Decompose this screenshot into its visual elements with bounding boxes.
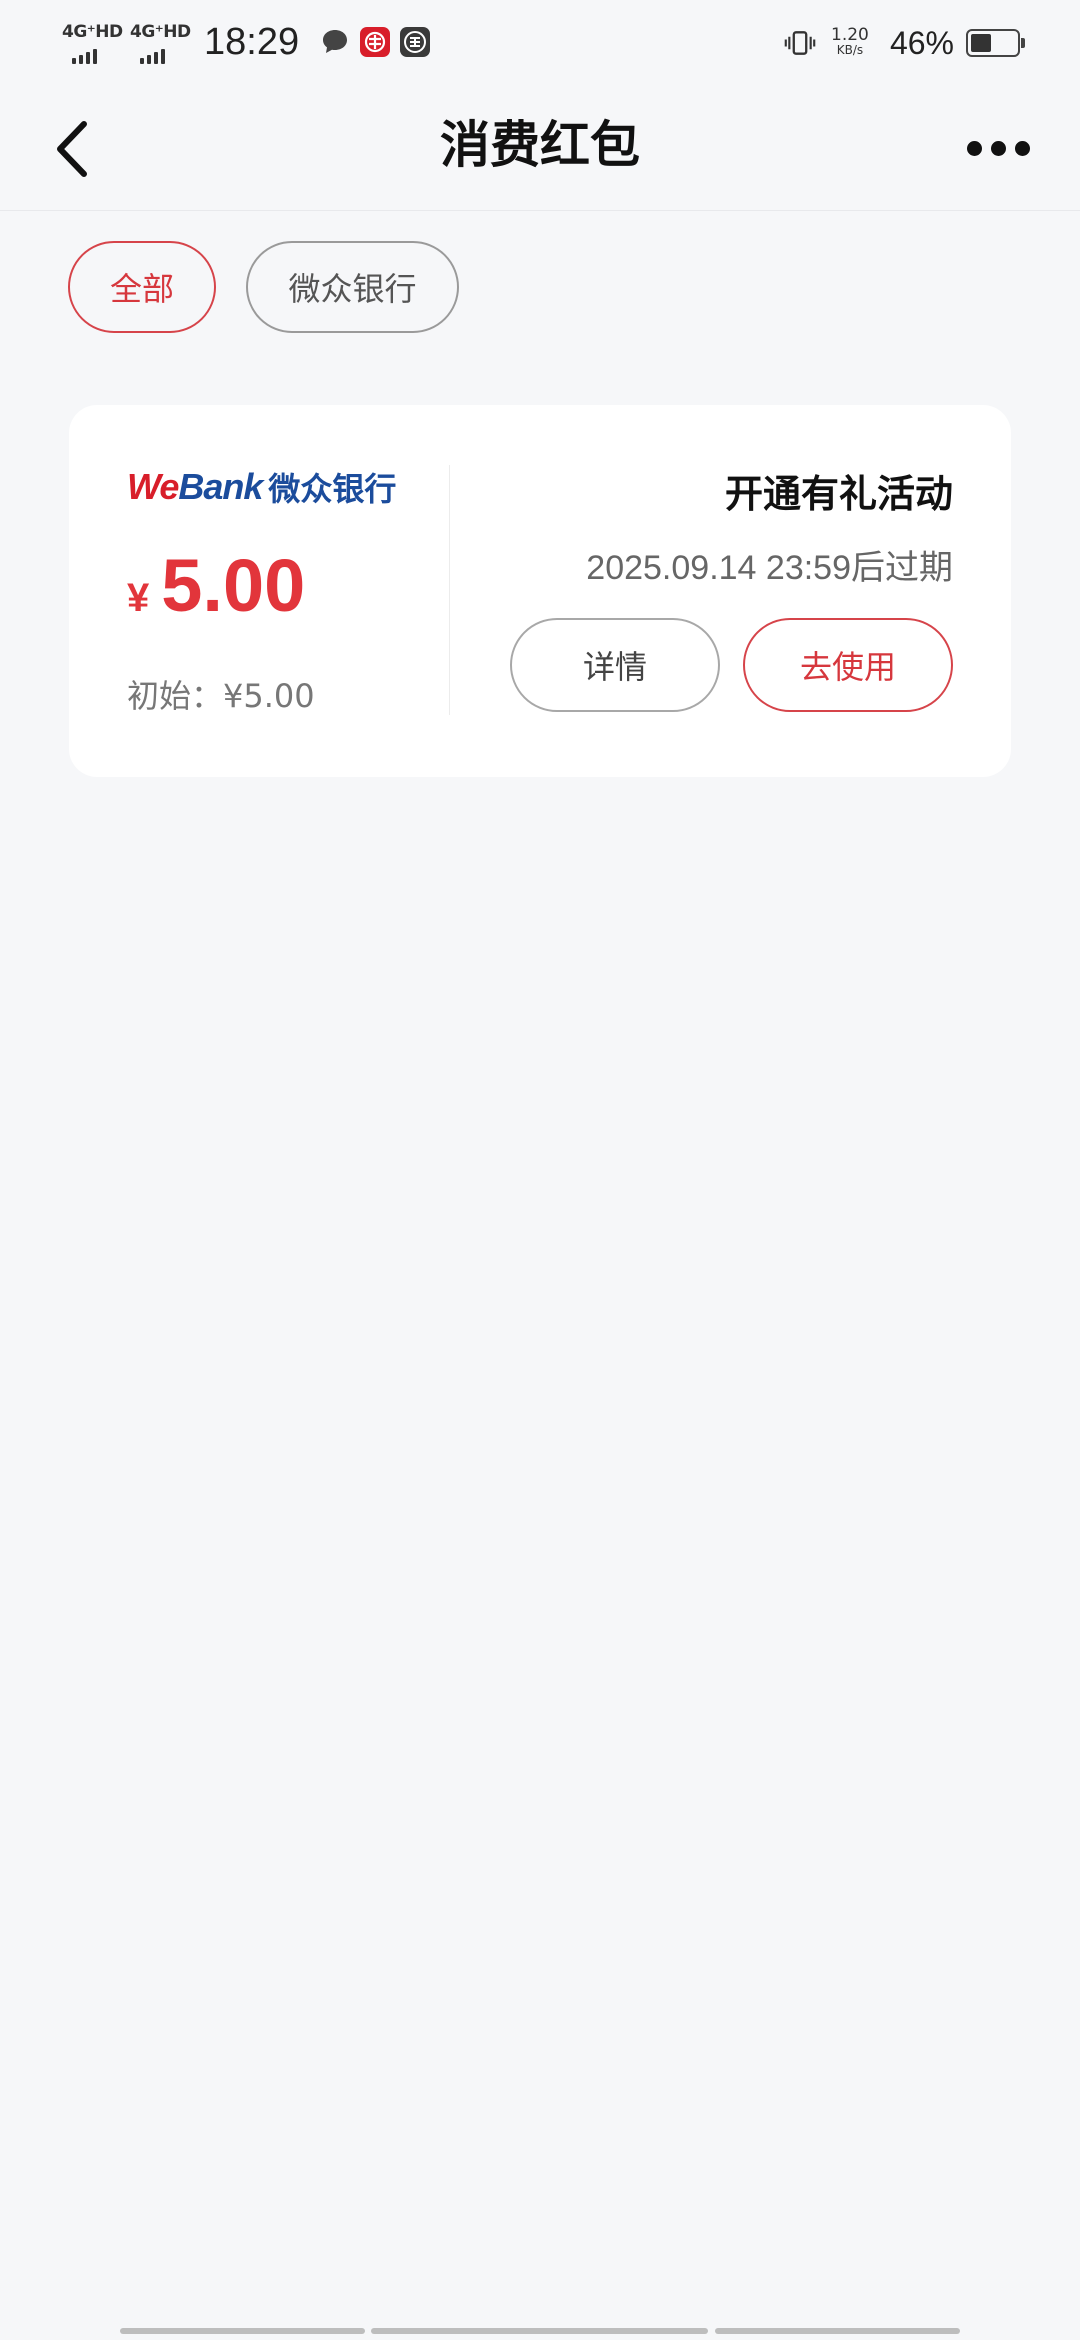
packet-amount: ¥ 5.00 xyxy=(127,543,305,633)
status-time: 18:29 xyxy=(204,20,300,63)
logo-bank: Bank xyxy=(178,466,263,507)
signal-1-icon: 4G⁺HD xyxy=(62,20,123,64)
more-dot-icon xyxy=(1015,140,1030,156)
activity-title: 开通有礼活动 xyxy=(724,472,953,516)
status-left: 4G⁺HD 4G⁺HD 18:29 xyxy=(62,16,431,68)
vibrate-icon xyxy=(784,27,816,59)
page-title: 消费红包 xyxy=(440,116,640,174)
card-divider xyxy=(449,465,450,715)
gesture-bar-left xyxy=(120,2328,365,2334)
network-type-1: 4G⁺HD xyxy=(62,22,123,42)
red-packet-card: We Bank 微众银行 ¥ 5.00 初始：¥5.00 开通有礼活动 2025… xyxy=(69,405,1011,777)
webank-logo: We Bank 微众银行 xyxy=(127,465,396,509)
coin-app-icon xyxy=(399,26,431,58)
message-icon xyxy=(319,26,351,58)
initial-amount: 初始：¥5.00 xyxy=(127,677,315,715)
gesture-bar-center[interactable] xyxy=(371,2328,708,2334)
battery-icon xyxy=(966,29,1025,57)
status-bar: 4G⁺HD 4G⁺HD 18:29 1.20 KB/s 46% xyxy=(0,0,1080,84)
signal-2-icon: 4G⁺HD xyxy=(130,20,191,64)
nav-bar: 消费红包 xyxy=(0,84,1080,211)
use-button[interactable]: 去使用 xyxy=(743,618,953,712)
logo-chinese: 微众银行 xyxy=(268,470,397,508)
network-type-2: 4G⁺HD xyxy=(130,22,191,42)
detail-button[interactable]: 详情 xyxy=(510,618,720,712)
network-speed: 1.20 KB/s xyxy=(822,25,878,58)
logo-we: We xyxy=(127,466,179,507)
battery-fill xyxy=(971,34,991,52)
more-options-button[interactable] xyxy=(960,118,1030,178)
speed-value: 1.20 xyxy=(831,25,869,45)
amount-value: 5.00 xyxy=(161,544,306,627)
battery-percent: 46% xyxy=(889,24,954,61)
expiry-text: 2025.09.14 23:59后过期 xyxy=(586,549,953,587)
speed-unit: KB/s xyxy=(836,43,864,57)
more-dot-icon xyxy=(991,140,1006,156)
filter-chip-all[interactable]: 全部 xyxy=(68,241,216,333)
filter-chips: 全部 微众银行 xyxy=(68,241,459,333)
gesture-bar-right xyxy=(715,2328,960,2334)
more-dot-icon xyxy=(967,140,982,156)
currency-symbol: ¥ xyxy=(127,576,150,620)
bank-app-icon xyxy=(359,26,391,58)
status-right: 1.20 KB/s 46% xyxy=(776,18,1025,68)
filter-chip-webank[interactable]: 微众银行 xyxy=(246,241,459,333)
